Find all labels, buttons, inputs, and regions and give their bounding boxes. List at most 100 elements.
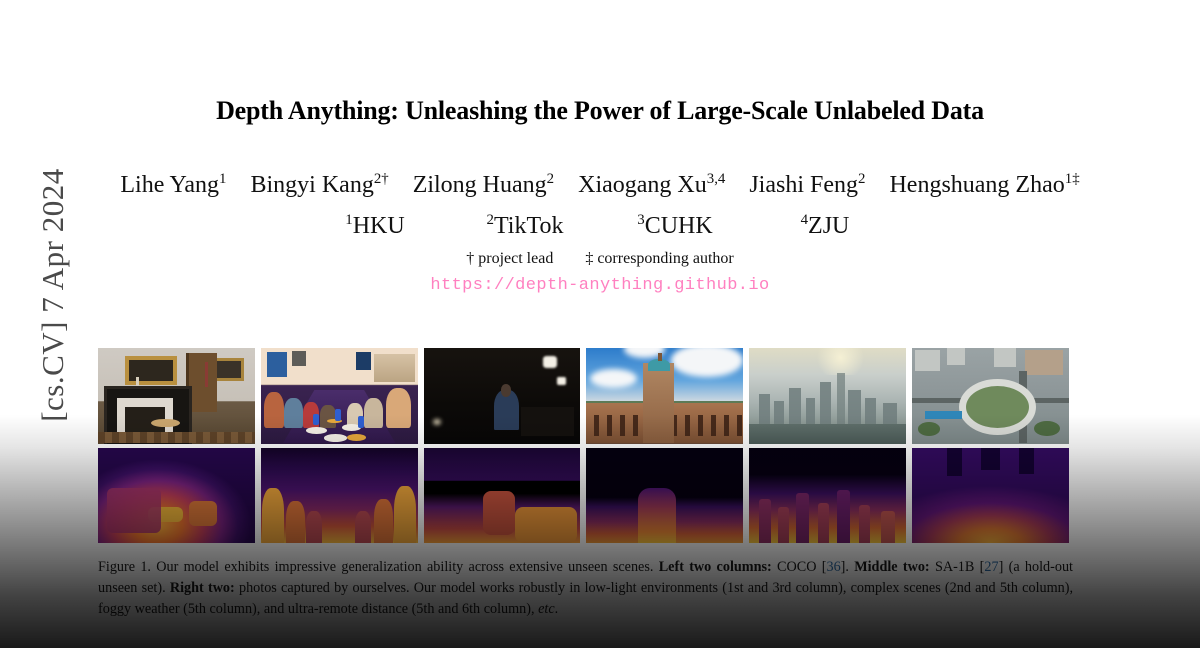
person-seated bbox=[263, 391, 285, 429]
painting-small bbox=[212, 357, 244, 381]
city-block bbox=[1025, 349, 1063, 375]
figure-caption: Figure 1. Our model exhibits impressive … bbox=[98, 557, 1073, 620]
figure-cell-depth-col-6 bbox=[912, 447, 1069, 543]
figure-image-grid bbox=[98, 348, 1069, 543]
author-name: Xiaogang Xu bbox=[578, 172, 707, 198]
author-entry: Hengshuang Zhao1‡ bbox=[889, 172, 1079, 198]
depth-blob-tower-far bbox=[1018, 447, 1035, 475]
stage-light bbox=[542, 355, 557, 369]
affiliation-name: ZJU bbox=[808, 213, 850, 239]
skyscraper bbox=[882, 403, 897, 427]
depth-blob-building bbox=[859, 504, 871, 543]
city-foreground bbox=[749, 424, 907, 444]
project-url-link[interactable]: https://depth-anything.github.io bbox=[0, 276, 1200, 295]
affiliation-marker: 3 bbox=[637, 212, 645, 228]
plate bbox=[323, 433, 348, 442]
caption-text: photos captured by ourselves. Our model … bbox=[98, 580, 1073, 617]
depth-blob-building bbox=[796, 493, 809, 543]
skyscraper bbox=[865, 397, 877, 427]
painting-large bbox=[124, 355, 177, 385]
caption-text: COCO [ bbox=[771, 559, 827, 575]
figure-cell-depth-col-5 bbox=[749, 447, 907, 543]
hazy-sun bbox=[812, 348, 869, 375]
author-name: Jiashi Feng bbox=[749, 172, 859, 198]
figure-cell-depth-col-2 bbox=[260, 447, 418, 543]
affiliation-entry: 3CUHK bbox=[600, 213, 750, 240]
figure-cell-rgb-col-6 bbox=[912, 348, 1069, 444]
author-affil-marker: 2† bbox=[373, 171, 389, 187]
depth-blob-building bbox=[758, 499, 772, 543]
author-entry: Lihe Yang1 bbox=[120, 172, 226, 198]
caption-bold-left-two: Left two columns: bbox=[658, 559, 772, 575]
depth-blob-tower-far bbox=[946, 447, 963, 477]
affiliation-entry: 1HKU bbox=[300, 213, 450, 240]
author-name: Zilong Huang bbox=[412, 172, 547, 198]
caption-bold-middle-two: Middle two: bbox=[854, 559, 930, 575]
depth-blob-building bbox=[777, 506, 789, 543]
depth-blob-person bbox=[306, 510, 322, 543]
figure-cell-rgb-col-1 bbox=[98, 348, 255, 444]
affiliation-entry: 2TikTok bbox=[450, 213, 600, 240]
person-seated bbox=[284, 397, 304, 429]
depth-blob-chair bbox=[188, 500, 218, 526]
skyscraper bbox=[758, 393, 770, 427]
wall-art-3 bbox=[356, 351, 371, 370]
figure-cell-depth-col-4 bbox=[586, 447, 744, 543]
figure-cell-rgb-col-3 bbox=[423, 348, 581, 444]
depth-blob-musician bbox=[483, 491, 515, 536]
person-seated bbox=[320, 405, 337, 429]
skyscraper bbox=[788, 388, 802, 427]
caption-figure-number: Figure 1. bbox=[98, 559, 151, 575]
depth-blob-person bbox=[262, 487, 285, 543]
depth-blob-piano bbox=[514, 506, 578, 543]
person-seated bbox=[386, 388, 412, 429]
footnote-project-lead: † project lead bbox=[466, 250, 554, 267]
skyscraper bbox=[837, 372, 845, 427]
drinking-glass bbox=[334, 409, 341, 421]
citation-link-36[interactable]: 36 bbox=[826, 559, 840, 575]
roundabout bbox=[959, 378, 1036, 435]
depth-blob-building bbox=[837, 489, 850, 543]
depth-blob-fireplace bbox=[107, 487, 161, 534]
author-affil-marker: 3,4 bbox=[706, 171, 726, 187]
author-affil-marker: 2 bbox=[858, 171, 866, 187]
author-entry: Xiaogang Xu3,4 bbox=[578, 172, 725, 198]
page-title: Depth Anything: Unleashing the Power of … bbox=[216, 96, 984, 125]
author-entry: Jiashi Feng2 bbox=[749, 172, 865, 198]
wall-art-1 bbox=[267, 351, 288, 377]
caption-text: . bbox=[554, 601, 559, 617]
affiliation-marker: 1 bbox=[345, 212, 353, 228]
caption-text: SA-1B [ bbox=[929, 559, 985, 575]
piano bbox=[520, 407, 575, 436]
author-entry: Bingyi Kang2† bbox=[250, 172, 388, 198]
city-block bbox=[915, 349, 941, 371]
figure-cell-depth-col-3 bbox=[423, 447, 581, 543]
drinking-glass bbox=[358, 415, 365, 429]
caption-text: ]. bbox=[840, 559, 855, 575]
cloud bbox=[671, 348, 744, 377]
author-name: Hengshuang Zhao bbox=[889, 172, 1065, 198]
food-dish bbox=[347, 433, 366, 441]
affiliation-entry: 4ZJU bbox=[750, 213, 900, 240]
city-block bbox=[946, 348, 966, 366]
author-entry: Zilong Huang2 bbox=[413, 172, 554, 198]
tree-cluster bbox=[918, 422, 941, 436]
city-block bbox=[993, 348, 1016, 368]
depth-blob-tower bbox=[638, 487, 676, 543]
figure-cell-depth-col-1 bbox=[98, 447, 255, 543]
depth-blob-building bbox=[818, 502, 830, 543]
footnote-corresponding-author: ‡ corresponding author bbox=[585, 250, 734, 267]
floor-light bbox=[433, 418, 441, 426]
depth-blob-person bbox=[354, 510, 371, 543]
depth-blob-building bbox=[881, 510, 896, 543]
citation-link-27[interactable]: 27 bbox=[984, 559, 998, 575]
stool bbox=[151, 418, 180, 428]
caption-italic-etc: etc bbox=[538, 601, 555, 617]
skyscraper bbox=[848, 390, 861, 427]
author-footnotes: † project lead ‡ corresponding author bbox=[0, 250, 1200, 268]
paper-page: [cs.CV] 7 Apr 2024 Depth Anything: Unlea… bbox=[0, 0, 1200, 648]
figure-cell-rgb-col-2 bbox=[260, 348, 418, 444]
drinking-glass bbox=[312, 413, 319, 426]
depth-blob-person bbox=[285, 500, 305, 543]
author-name: Bingyi Kang bbox=[250, 172, 374, 198]
